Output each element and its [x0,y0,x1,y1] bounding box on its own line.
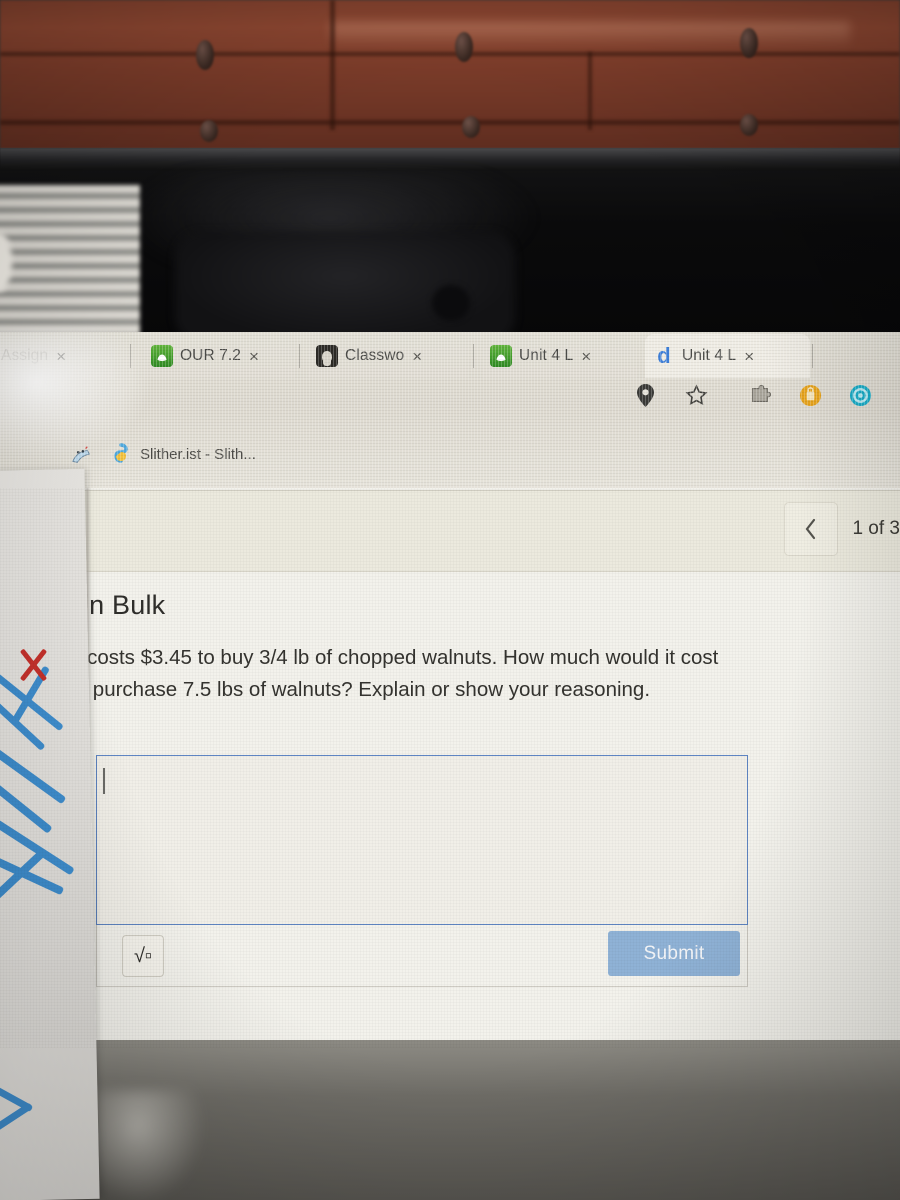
text-cursor [103,768,105,794]
browser-tab-unit-4-l-desmos[interactable]: d Unit 4 L × [645,334,810,378]
browser-tab-assign[interactable]: Assign × [0,334,114,378]
bookmark-slither-ist[interactable]: Slither.ist - Slith... [110,443,256,465]
photograph-of-laptop-screen: Assign × OUR 7.2 × Classwo × Unit 4 L × … [0,0,900,1200]
red-x-mark-icon [16,648,50,682]
orange-extension-icon[interactable] [795,380,825,410]
bookmark-favicon-cluster[interactable] [70,444,100,466]
dresser-highlight [330,22,850,48]
tab-close-icon[interactable]: × [249,348,259,365]
tab-title: Unit 4 L [682,347,737,364]
desmos-d-icon: d [657,345,671,367]
drawer-knob [740,28,758,58]
window-blinds-reflection [0,185,140,345]
tab-title: OUR 7.2 [180,347,241,364]
page-counter: 1 of 3 [852,518,900,539]
tab-title: Assign [1,347,49,364]
drawer-knob [740,114,758,136]
tab-separator [473,344,474,368]
tab-close-icon[interactable]: × [581,348,591,365]
illustrative-math-icon [151,345,173,367]
pagination: 1 of 3 [784,502,900,556]
bezel-reflected-object [175,232,515,342]
browser-tabstrip: Assign × OUR 7.2 × Classwo × Unit 4 L × … [0,334,900,704]
edge-extension-icon[interactable] [892,380,900,410]
browser-bookmarks-bar: Slither.ist - Slith... x=1 nes... [0,436,900,901]
drawer-knob [462,116,480,138]
previous-page-button[interactable] [784,502,839,556]
star-bookmark-icon[interactable] [681,380,711,410]
tab-close-icon[interactable]: × [412,348,422,365]
lower-light-reflection [90,1090,210,1200]
submit-button[interactable]: Submit [608,931,740,976]
tab-title: Unit 4 L [519,347,574,364]
tab-close-icon[interactable]: × [744,348,754,365]
browser-tab-classwork[interactable]: Classwo × [308,334,468,378]
answer-toolbar: √▫ Submit [96,925,748,987]
drawer-seam [0,52,900,56]
question-text: It costs $3.45 to buy 3/4 lb of chopped … [70,646,719,701]
app-header-bar [0,490,900,572]
drawer-knob [455,32,473,62]
drawer-seam [330,0,335,130]
drawer-knob [200,120,218,142]
bezel-dark-spot [432,285,470,321]
pen-stroke [0,1102,33,1143]
math-keyboard-button[interactable]: √▫ [122,935,164,977]
bookmark-label: Slither.ist - Slith... [140,445,256,463]
browser-tab-unit-4-l-im[interactable]: Unit 4 L × [482,334,637,378]
laptop-lid-edge [0,148,900,170]
classroom-person-icon [316,345,338,367]
slither-snake-icon [110,443,132,465]
drawer-seam [0,120,900,125]
browser-toolbar [0,380,900,428]
tab-close-icon[interactable]: × [56,348,66,365]
tab-separator [812,344,813,368]
tab-separator [299,344,300,368]
foreground-paper [0,468,100,1200]
teal-extension-icon[interactable] [845,380,875,410]
tab-separator [130,344,131,368]
snowman-doodle-icon [70,444,92,466]
browser-tab-our-7-2[interactable]: OUR 7.2 × [143,334,295,378]
drawer-seam [588,52,592,130]
drawer-knob [196,40,214,70]
illustrative-math-icon [490,345,512,367]
answer-input[interactable] [96,755,748,925]
tab-title: Classwo [345,347,405,364]
location-pin-icon[interactable] [630,380,660,410]
extension-puzzle-icon[interactable] [745,380,775,410]
